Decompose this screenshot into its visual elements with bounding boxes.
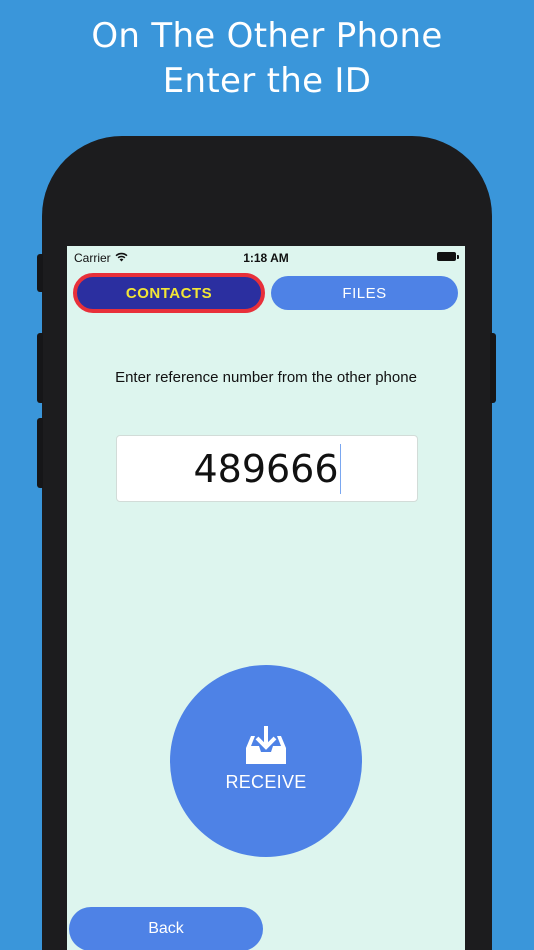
headline-line-2: Enter the ID [162,61,372,101]
back-button[interactable]: Back [69,907,263,950]
marketing-headline: On The Other Phone Enter the ID [0,14,534,104]
receive-label: RECEIVE [225,771,307,792]
receive-button[interactable]: RECEIVE [170,665,362,857]
phone-screen: Carrier 1:18 AM CONTACTS FILES Enter ref… [67,246,465,950]
battery-icon [437,252,459,261]
phone-mute-switch [37,254,43,292]
tab-files[interactable]: FILES [271,276,458,310]
status-bar: Carrier 1:18 AM [67,246,465,268]
reference-number-input[interactable]: 489666 [116,435,418,502]
inbox-download-icon [246,725,286,764]
tab-contacts[interactable]: CONTACTS [73,273,265,313]
headline-line-1: On The Other Phone [91,16,443,56]
phone-volume-up [37,333,43,403]
status-time: 1:18 AM [243,251,289,265]
phone-power-button [490,333,496,403]
phone-volume-down [37,418,43,488]
reference-number-value: 489666 [193,443,341,494]
reference-prompt: Enter reference number from the other ph… [115,369,417,386]
